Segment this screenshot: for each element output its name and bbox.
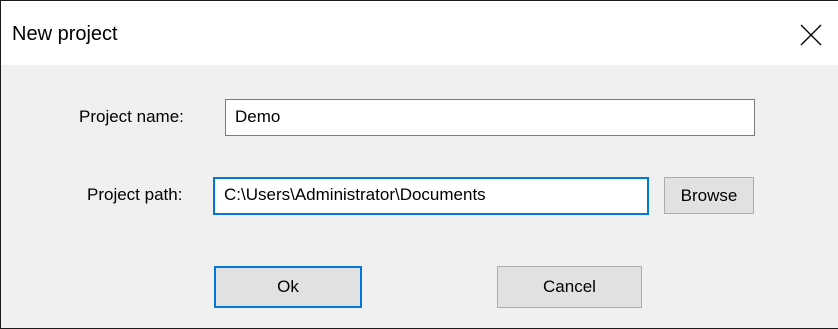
close-button[interactable] bbox=[791, 15, 831, 55]
browse-button[interactable]: Browse bbox=[664, 177, 754, 214]
title-bar: New project bbox=[1, 1, 838, 65]
project-path-label: Project path: bbox=[87, 185, 183, 204]
project-name-label: Project name: bbox=[79, 107, 184, 126]
project-name-input[interactable]: Demo bbox=[225, 99, 755, 136]
new-project-dialog: New project Project name: Demo Project p… bbox=[0, 0, 838, 329]
cancel-button[interactable]: Cancel bbox=[497, 266, 642, 308]
dialog-title: New project bbox=[12, 23, 118, 45]
close-icon bbox=[800, 24, 822, 46]
project-path-input[interactable]: C:\Users\Administrator\Documents bbox=[213, 177, 649, 215]
ok-button[interactable]: Ok bbox=[214, 266, 362, 308]
